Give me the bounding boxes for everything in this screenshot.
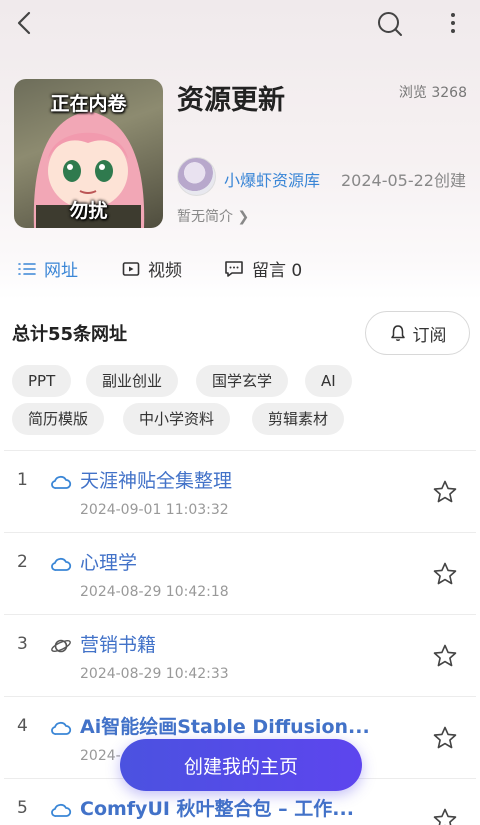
- item-number: 3: [17, 634, 28, 654]
- list-item[interactable]: 2 心理学 2024-08-29 10:42:18: [4, 532, 476, 614]
- item-number: 4: [17, 716, 28, 736]
- cloud-icon: [51, 557, 72, 571]
- chip-editing[interactable]: 剪辑素材: [252, 403, 345, 435]
- chevron-right-icon: ❯: [237, 209, 250, 225]
- subscribe-label: 订阅: [412, 325, 447, 346]
- intro-link[interactable]: 暂无简介 ❯: [177, 206, 249, 226]
- item-number: 2: [17, 552, 28, 572]
- chip-school[interactable]: 中小学资料: [123, 403, 231, 435]
- view-count: 浏览 3268: [398, 85, 467, 101]
- planet-icon: [51, 639, 71, 653]
- search-icon[interactable]: [376, 10, 404, 38]
- star-icon[interactable]: [432, 643, 458, 669]
- cover-overlay-top: 正在内卷: [50, 93, 127, 115]
- created-date: 2024-05-22创建: [341, 171, 466, 190]
- tab-comments-label: 留言 0: [252, 261, 303, 281]
- item-date: 2024-09-01 11:03:32: [80, 502, 229, 518]
- avatar[interactable]: [177, 157, 216, 196]
- more-vertical-icon[interactable]: [440, 10, 466, 36]
- video-icon: [122, 261, 140, 276]
- subscribe-button[interactable]: 订阅: [365, 311, 470, 355]
- item-number: 5: [17, 798, 28, 818]
- bell-icon: [390, 325, 405, 341]
- top-bar: [0, 0, 480, 48]
- tab-urls[interactable]: 网址: [18, 256, 78, 281]
- chip-side-business[interactable]: 副业创业: [86, 365, 179, 397]
- comment-icon: [225, 260, 243, 277]
- tab-comments[interactable]: 留言 0: [224, 256, 302, 281]
- list-icon: [18, 262, 36, 275]
- list-item[interactable]: 3 营销书籍 2024-08-29 10:42:33: [4, 614, 476, 696]
- star-icon[interactable]: [432, 807, 458, 825]
- back-arrow-icon[interactable]: [12, 10, 38, 36]
- page-title: 资源更新: [177, 85, 285, 116]
- item-title-link[interactable]: Ai智能绘画Stable Diffusion...: [80, 712, 370, 739]
- cloud-icon: [51, 721, 72, 735]
- intro-text: 暂无简介: [177, 209, 233, 225]
- item-date: 2024-: [80, 748, 121, 764]
- chip-guoxue[interactable]: 国学玄学: [196, 365, 289, 397]
- item-date: 2024-08-29 10:42:18: [80, 584, 229, 600]
- tab-videos[interactable]: 视频: [122, 256, 182, 281]
- star-icon[interactable]: [432, 725, 458, 751]
- cover-image: 正在内卷 勿扰: [14, 79, 163, 228]
- cloud-icon: [51, 475, 72, 489]
- item-title-link[interactable]: 天涯神贴全集整理: [80, 466, 232, 493]
- tab-videos-label: 视频: [148, 261, 182, 281]
- list-item[interactable]: 1 天涯神贴全集整理 2024-09-01 11:03:32: [4, 450, 476, 532]
- chip-resume[interactable]: 简历模版: [12, 403, 105, 435]
- item-title-link[interactable]: ComfyUI 秋叶整合包 – 工作...: [80, 794, 354, 821]
- cover-overlay-bottom: 勿扰: [69, 200, 108, 222]
- item-title-link[interactable]: 营销书籍: [80, 630, 156, 657]
- chip-ppt[interactable]: PPT: [12, 365, 72, 397]
- star-icon[interactable]: [432, 561, 458, 587]
- item-date: 2024-08-29 10:42:33: [80, 666, 229, 682]
- tab-urls-label: 网址: [44, 261, 78, 281]
- item-number: 1: [17, 470, 28, 490]
- cloud-icon: [51, 803, 72, 817]
- star-icon[interactable]: [432, 479, 458, 505]
- chip-ai[interactable]: AI: [305, 365, 352, 397]
- create-homepage-button[interactable]: 创建我的主页: [120, 739, 362, 791]
- tab-bar: 网址 视频 留言 0: [0, 252, 480, 284]
- author-name-link[interactable]: 小爆虾资源库: [224, 167, 320, 191]
- url-count-summary: 总计55条网址: [12, 324, 128, 345]
- item-title-link[interactable]: 心理学: [80, 548, 137, 575]
